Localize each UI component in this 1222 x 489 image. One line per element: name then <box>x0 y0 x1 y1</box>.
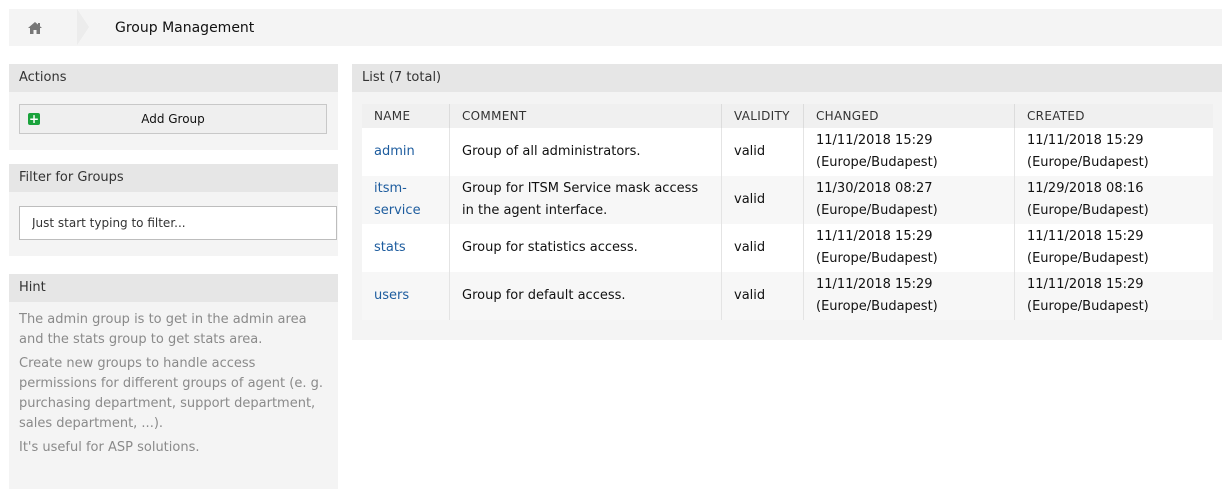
table-row[interactable]: stats Group for statistics access. valid… <box>362 224 1213 272</box>
group-validity: valid <box>721 176 804 224</box>
group-validity: valid <box>721 128 804 176</box>
group-name-link[interactable]: users <box>362 272 450 320</box>
breadcrumb-home[interactable] <box>9 9 89 46</box>
table-header-row: NAME COMMENT VALIDITY CHANGED CREATED <box>362 104 1213 128</box>
group-changed: 11/11/2018 15:29 (Europe/Budapest) <box>803 272 1015 320</box>
list-heading: List (7 total) <box>352 64 1222 92</box>
column-header-created[interactable]: CREATED <box>1014 104 1213 128</box>
plus-icon: + <box>28 112 40 126</box>
group-comment: Group for default access. <box>449 272 722 320</box>
table-row[interactable]: users Group for default access. valid 11… <box>362 272 1213 320</box>
group-changed: 11/30/2018 08:27 (Europe/Budapest) <box>803 176 1015 224</box>
hint-text: The admin group is to get in the admin a… <box>9 302 338 458</box>
group-comment: Group of all administrators. <box>449 128 722 176</box>
group-name-link[interactable]: stats <box>362 224 450 272</box>
group-created: 11/11/2018 15:29 (Europe/Budapest) <box>1027 133 1149 170</box>
add-group-label: Add Group <box>141 112 205 126</box>
group-name-link[interactable]: admin <box>362 128 450 176</box>
group-name-link[interactable]: itsm-service <box>362 176 450 224</box>
column-header-comment[interactable]: COMMENT <box>449 104 722 128</box>
home-icon <box>28 21 42 34</box>
groups-table: NAME COMMENT VALIDITY CHANGED CREATED ad… <box>362 104 1213 320</box>
hint-paragraph: The admin group is to get in the admin a… <box>19 312 307 347</box>
list-panel: List (7 total) NAME COMMENT VALIDITY CHA… <box>352 64 1222 340</box>
actions-panel: Actions + Add Group <box>9 64 338 150</box>
filter-heading: Filter for Groups <box>9 164 338 192</box>
group-changed: 11/11/2018 15:29 (Europe/Budapest) <box>803 128 1015 176</box>
group-created: 11/11/2018 15:29 (Europe/Budapest) <box>1014 272 1213 320</box>
group-created: 11/11/2018 15:29 (Europe/Budapest) <box>1027 229 1149 266</box>
add-group-button[interactable]: + Add Group <box>19 104 327 134</box>
hint-heading: Hint <box>9 274 338 302</box>
group-changed: 11/11/2018 15:29 (Europe/Budapest) <box>803 224 1015 272</box>
group-created: 11/29/2018 08:16 (Europe/Budapest) <box>1014 176 1213 224</box>
table-row[interactable]: admin Group of all administrators. valid… <box>362 128 1213 176</box>
group-comment: Group for statistics access. <box>449 224 722 272</box>
page-title: Group Management <box>115 19 255 36</box>
column-header-name[interactable]: NAME <box>362 104 450 128</box>
group-validity: valid <box>721 272 804 320</box>
group-comment: Group for ITSM Service mask access in th… <box>449 176 722 224</box>
table-row[interactable]: itsm-service Group for ITSM Service mask… <box>362 176 1213 224</box>
breadcrumb: Group Management <box>9 9 1222 46</box>
hint-paragraph: Create new groups to handle access permi… <box>19 356 323 431</box>
filter-input[interactable] <box>19 206 337 240</box>
column-header-changed[interactable]: CHANGED <box>803 104 1015 128</box>
column-header-validity[interactable]: VALIDITY <box>721 104 804 128</box>
hint-panel: Hint The admin group is to get in the ad… <box>9 274 338 489</box>
filter-panel: Filter for Groups <box>9 164 338 256</box>
actions-heading: Actions <box>9 64 338 92</box>
group-validity: valid <box>721 224 804 272</box>
hint-paragraph: It's useful for ASP solutions. <box>19 440 200 455</box>
